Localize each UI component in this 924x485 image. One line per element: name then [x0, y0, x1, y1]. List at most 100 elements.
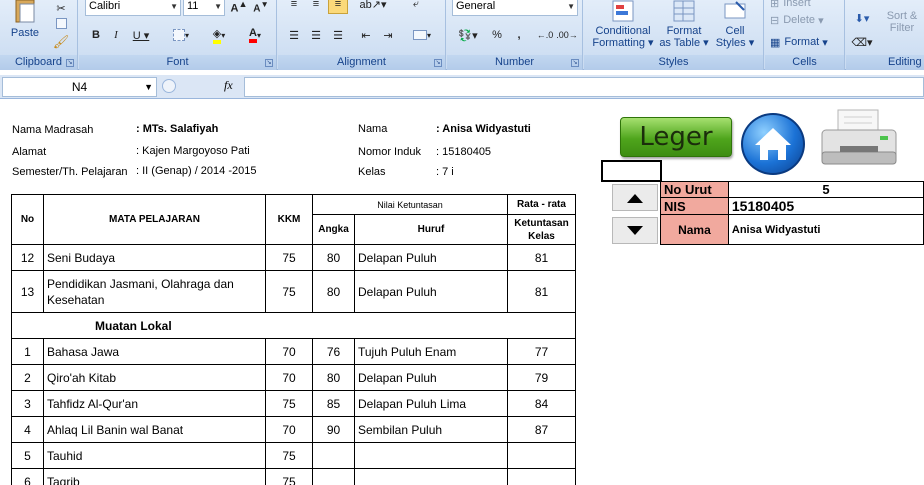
clipboard-dialog-launcher[interactable]: ↘ [66, 59, 74, 67]
fill-button[interactable]: ⬇▾ [848, 8, 876, 28]
name-box[interactable]: N4 ▼ [2, 77, 157, 97]
format-as-table-button[interactable]: Format as Table ▾ [658, 0, 710, 49]
comma-icon: , [517, 29, 521, 41]
selected-cell-n4[interactable] [601, 160, 662, 182]
borders-button[interactable]: ▾ [167, 25, 195, 45]
delete-cells-button[interactable]: ⊟ Delete ▾ [769, 10, 839, 30]
font-size-value: 11 [187, 0, 199, 12]
align-bottom-button[interactable]: ≡ [328, 0, 348, 14]
row-angka [312, 468, 355, 485]
align-right-button[interactable]: ☰ [328, 25, 348, 45]
increase-decimal-button[interactable]: ←.0 [535, 25, 555, 45]
paste-button[interactable]: Paste [4, 0, 46, 42]
copy-button[interactable] [50, 13, 72, 33]
align-center-button[interactable]: ☰ [306, 25, 326, 45]
conditional-formatting-icon [612, 0, 634, 22]
number-dialog-launcher[interactable]: ↘ [571, 59, 579, 67]
increase-decimal-icon: ←.0 [536, 30, 554, 40]
row-no: 5 [11, 442, 44, 469]
font-size-combo[interactable]: 11 ▼ [183, 0, 225, 16]
sort-filter-button[interactable]: Sort & Filter [880, 10, 924, 34]
underline-icon: U ▾ [132, 29, 150, 42]
conditional-formatting-label-1: Conditional [595, 25, 651, 37]
ribbon: Paste ✂ 🖌 Clipboard ↘ Calibri ▼ 11 ▼ A▲ … [0, 0, 924, 70]
row-no: 12 [11, 244, 44, 271]
fill-color-button[interactable]: ◈ ▾ [203, 25, 235, 45]
chevron-down-icon: ▼ [144, 82, 153, 92]
col-mapel-header: MATA PELAJARAN [43, 194, 266, 245]
underline-button[interactable]: U ▾ [127, 25, 155, 45]
alamat-label: Alamat [12, 146, 47, 158]
table-row: 6 Taqrib 75 [11, 468, 576, 485]
no-urut-label: No Urut [660, 181, 729, 198]
align-top-icon: ≡ [290, 0, 298, 10]
italic-button[interactable]: I [107, 25, 125, 45]
conditional-formatting-button[interactable]: Conditional Formatting ▾ [590, 0, 656, 49]
row-rata: 81 [507, 270, 576, 313]
align-bottom-icon: ≡ [334, 0, 342, 10]
row-no: 13 [11, 270, 44, 313]
insert-function-button[interactable]: fx [224, 78, 233, 93]
merge-center-button[interactable]: ▾ [408, 25, 436, 45]
row-huruf: Delapan Puluh Lima [354, 390, 508, 417]
align-top-button[interactable]: ≡ [284, 0, 304, 14]
editing-group: ⬇▾ ⌫▾ Sort & Filter Editing [846, 0, 924, 70]
format-as-table-label-1: Format [666, 25, 702, 37]
leger-button[interactable]: Leger [620, 117, 732, 157]
bold-button[interactable]: B [87, 25, 105, 45]
alignment-group: ≡ ≡ ≡ ab↗▾ ⤶ ☰ ☰ ☰ ⇤ ⇥ ▾ Alignment ↘ [278, 0, 446, 70]
row-rata [507, 468, 576, 485]
cell-styles-button[interactable]: Cell Styles ▾ [712, 0, 758, 49]
orientation-icon: ab↗▾ [359, 0, 387, 11]
fill-icon: ⬇▾ [854, 12, 870, 25]
wrap-text-button[interactable]: ⤶ [404, 0, 428, 14]
align-left-button[interactable]: ☰ [284, 25, 304, 45]
borders-icon [172, 29, 185, 41]
font-color-button[interactable]: A ▾ [239, 25, 271, 45]
font-name-value: Calibri [89, 0, 121, 12]
editing-group-label: Editing [846, 55, 924, 70]
format-painter-button[interactable]: 🖌 [50, 32, 72, 52]
accounting-format-button[interactable]: 💱▾ [452, 25, 484, 45]
formula-bar-handle-icon[interactable] [162, 79, 176, 93]
font-dialog-launcher[interactable]: ↘ [265, 59, 273, 67]
grow-font-button[interactable]: A▲ [229, 0, 249, 17]
row-rata [507, 442, 576, 469]
percent-style-button[interactable]: % [487, 25, 507, 45]
conditional-formatting-label-2: Formatting ▾ [592, 37, 654, 49]
number-format-combo[interactable]: General ▼ [452, 0, 578, 16]
align-middle-button[interactable]: ≡ [306, 0, 326, 14]
insert-cells-icon: ⊞ [770, 0, 780, 10]
table-row: 4 Ahlaq Lil Banin wal Banat 70 90 Sembil… [11, 416, 576, 443]
orientation-button[interactable]: ab↗▾ [358, 0, 388, 14]
row-kkm: 75 [265, 442, 313, 469]
increase-indent-button[interactable]: ⇥ [378, 25, 398, 45]
align-center-icon: ☰ [311, 29, 321, 42]
section-row: Muatan Lokal [11, 312, 576, 339]
no-urut-value[interactable]: 5 [727, 181, 924, 198]
comma-style-button[interactable]: , [509, 25, 529, 45]
decrease-decimal-button[interactable]: .00→ [556, 25, 578, 45]
col-rata-header-2: Ketuntasan Kelas [507, 214, 576, 245]
font-name-combo[interactable]: Calibri ▼ [85, 0, 181, 16]
sort-filter-label-1: Sort & [886, 10, 918, 22]
decrease-indent-button[interactable]: ⇤ [356, 25, 376, 45]
shrink-font-button[interactable]: A▼ [251, 0, 271, 17]
clear-button[interactable]: ⌫▾ [848, 32, 876, 52]
formula-input[interactable] [244, 77, 924, 97]
print-button[interactable] [818, 108, 900, 172]
previous-student-button[interactable] [612, 184, 658, 211]
row-kkm: 75 [265, 270, 313, 313]
chevron-down-icon: ▼ [170, 2, 178, 11]
format-cells-button[interactable]: ▦ Format ▾ [769, 32, 839, 52]
home-button[interactable] [741, 113, 805, 175]
font-group: Calibri ▼ 11 ▼ A▲ A▼ B I U ▾ ▾ ◈ ▾ A ▾ Fon… [79, 0, 277, 70]
worksheet[interactable]: Nama Madrasah : MTs. Salafiyah Alamat : … [0, 100, 924, 485]
alignment-dialog-launcher[interactable]: ↘ [434, 59, 442, 67]
nomor-induk-label: Nomor Induk [358, 146, 421, 158]
row-huruf [354, 468, 508, 485]
increase-indent-icon: ⇥ [383, 29, 393, 42]
madrasah-label: Nama Madrasah [12, 124, 94, 136]
next-student-button[interactable] [612, 217, 658, 244]
nama-panel-label: Nama [660, 214, 729, 245]
